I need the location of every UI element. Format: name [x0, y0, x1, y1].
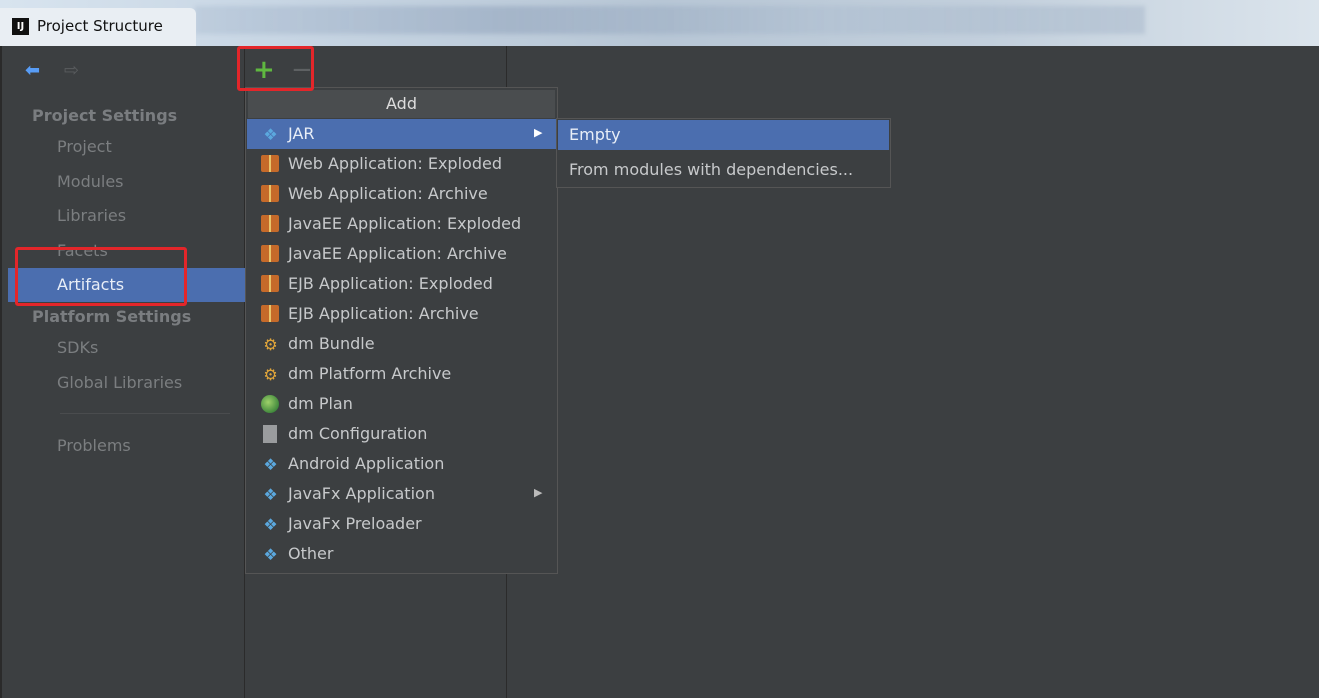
sidebar-item-libraries[interactable]: Libraries: [57, 206, 126, 225]
menu-item-web-application-archive[interactable]: Web Application: Archive: [247, 179, 556, 209]
forward-arrow-icon[interactable]: ⇨: [64, 60, 79, 81]
javaee-app-icon: [261, 215, 280, 234]
menu-item-label: Web Application: Archive: [288, 184, 488, 203]
menu-title: Add: [248, 90, 555, 118]
menu-item-dm-configuration[interactable]: dm Configuration: [247, 419, 556, 449]
add-artifact-menu: Add ❖ JAR ▶ Web Application: Exploded We…: [245, 87, 558, 574]
menu-item-label: JAR: [288, 124, 315, 143]
sidebar-item-project[interactable]: Project: [57, 137, 112, 156]
blurred-title-region: [195, 6, 1145, 34]
menu-item-ejb-application-exploded[interactable]: EJB Application: Exploded: [247, 269, 556, 299]
menu-item-dm-plan[interactable]: dm Plan: [247, 389, 556, 419]
back-arrow-icon[interactable]: ⬅: [25, 60, 40, 81]
project-settings-header: Project Settings: [32, 106, 178, 125]
menu-item-android-application[interactable]: ❖ Android Application: [247, 449, 556, 479]
submenu-arrow-icon: ▶: [534, 126, 543, 139]
menu-item-label: JavaEE Application: Archive: [288, 244, 507, 263]
javaee-app-icon: [261, 245, 280, 264]
submenu-arrow-icon: ▶: [534, 486, 543, 499]
dm-platform-icon: ⚙: [263, 365, 278, 384]
menu-item-label: EJB Application: Archive: [288, 304, 479, 323]
sidebar-item-modules[interactable]: Modules: [57, 172, 124, 191]
menu-item-web-application-exploded[interactable]: Web Application: Exploded: [247, 149, 556, 179]
menu-item-label: Android Application: [288, 454, 445, 473]
menu-item-label: Web Application: Exploded: [288, 154, 502, 173]
menu-item-javafx-application[interactable]: ❖ JavaFx Application ▶: [247, 479, 556, 509]
artifacts-highlight-box: [15, 247, 187, 306]
title-bar: IJ Project Structure: [0, 0, 1319, 46]
window-left-edge: [0, 46, 8, 698]
menu-item-label: dm Bundle: [288, 334, 375, 353]
web-app-icon: [261, 155, 280, 174]
dm-configuration-icon: [261, 425, 280, 444]
intellij-app-icon: IJ: [12, 18, 29, 35]
menu-item-label: dm Configuration: [288, 424, 428, 443]
dm-bundle-icon: ⚙: [263, 335, 278, 354]
menu-item-label: Other: [288, 544, 334, 563]
menu-item-dm-bundle[interactable]: ⚙ dm Bundle: [247, 329, 556, 359]
project-structure-window: IJ Project Structure ⬅ ⇨ Project Setting…: [0, 0, 1319, 698]
submenu-item-from-modules[interactable]: From modules with dependencies...: [558, 155, 889, 185]
sidebar-item-problems[interactable]: Problems: [57, 436, 131, 455]
menu-item-javaee-application-archive[interactable]: JavaEE Application: Archive: [247, 239, 556, 269]
toolbar-highlight-box: [237, 46, 314, 91]
menu-item-label: JavaFx Application: [288, 484, 435, 503]
menu-item-label: EJB Application: Exploded: [288, 274, 493, 293]
menu-item-other[interactable]: ❖ Other: [247, 539, 556, 569]
menu-item-ejb-application-archive[interactable]: EJB Application: Archive: [247, 299, 556, 329]
javafx-app-icon: ❖: [263, 485, 278, 504]
jar-icon: ❖: [263, 125, 278, 144]
menu-item-label: dm Platform Archive: [288, 364, 452, 383]
jar-submenu: Empty From modules with dependencies...: [556, 118, 891, 188]
window-title: Project Structure: [37, 17, 163, 35]
javafx-preloader-icon: ❖: [263, 515, 278, 534]
other-icon: ❖: [263, 545, 278, 564]
android-app-icon: ❖: [263, 455, 278, 474]
sidebar-separator: [60, 413, 230, 414]
menu-item-label: dm Plan: [288, 394, 353, 413]
ejb-app-icon: [261, 275, 280, 294]
menu-item-javafx-preloader[interactable]: ❖ JavaFx Preloader: [247, 509, 556, 539]
web-app-icon: [261, 185, 280, 204]
sidebar-item-sdks[interactable]: SDKs: [57, 338, 98, 357]
menu-item-dm-platform-archive[interactable]: ⚙ dm Platform Archive: [247, 359, 556, 389]
dm-plan-icon: [261, 395, 280, 414]
submenu-item-empty[interactable]: Empty: [558, 120, 889, 150]
sidebar-item-global-libraries[interactable]: Global Libraries: [57, 373, 182, 392]
ejb-app-icon: [261, 305, 280, 324]
menu-item-label: JavaFx Preloader: [288, 514, 422, 533]
menu-item-javaee-application-exploded[interactable]: JavaEE Application: Exploded: [247, 209, 556, 239]
platform-settings-header: Platform Settings: [32, 307, 192, 326]
menu-item-label: JavaEE Application: Exploded: [288, 214, 522, 233]
menu-item-jar[interactable]: ❖ JAR ▶: [247, 119, 556, 149]
